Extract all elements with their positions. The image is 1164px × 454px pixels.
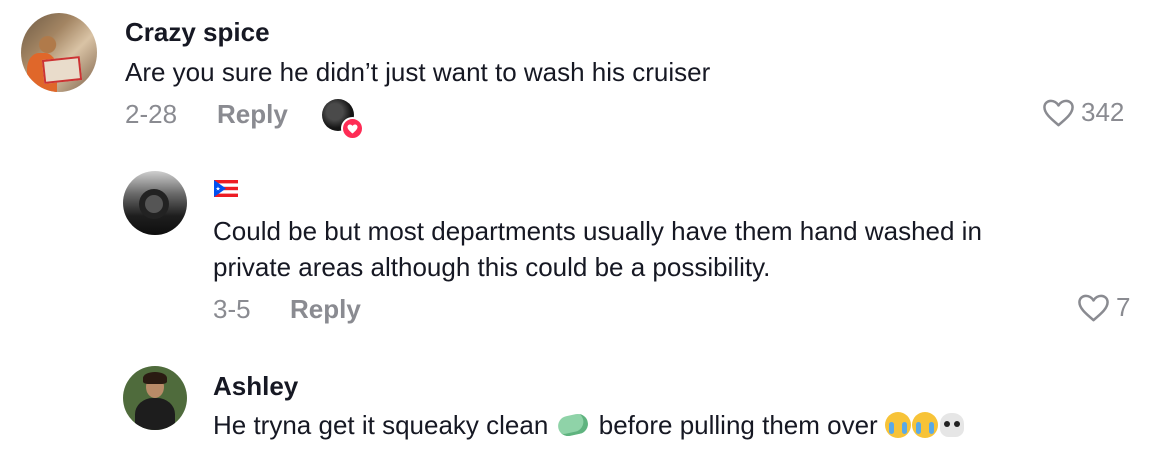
comment-date: 3-5 <box>213 294 251 324</box>
avatar-sign <box>41 56 83 84</box>
comment-text: He tryna get it squeaky clean before pul… <box>213 407 964 444</box>
heart-outline-icon[interactable] <box>1077 293 1110 323</box>
avatar-ashley[interactable] <box>123 366 187 430</box>
skull-emoji-icon <box>939 413 964 438</box>
comment-username[interactable]: Ashley <box>213 371 298 402</box>
avatar-hair <box>143 372 167 384</box>
comment-text: Are you sure he didn’t just want to wash… <box>125 57 711 87</box>
like-button[interactable]: 7 <box>1077 292 1130 323</box>
comment-username[interactable]: Crazy spice <box>125 17 270 48</box>
comment-date: 2-28 <box>125 99 178 129</box>
creator-liked-heart-icon <box>341 117 364 140</box>
comment-text-line-2: private areas although this could be a p… <box>213 252 771 282</box>
avatar-body <box>135 398 175 430</box>
comment-text-line-1: Could be but most departments usually ha… <box>213 216 982 246</box>
avatar-tire <box>139 189 169 219</box>
puerto-rico-flag-icon <box>214 180 238 197</box>
like-count: 342 <box>1081 97 1125 127</box>
avatar-crazy-spice[interactable] <box>21 13 97 92</box>
reply-button[interactable]: Reply <box>217 99 288 130</box>
like-button[interactable]: 342 <box>1042 97 1124 128</box>
like-count: 7 <box>1116 292 1131 322</box>
avatar-reply-user[interactable] <box>123 171 187 235</box>
reply-button[interactable]: Reply <box>290 294 361 325</box>
loudly-crying-face-emoji-icon <box>884 412 911 439</box>
loudly-crying-face-emoji-icon <box>911 412 938 439</box>
heart-outline-icon[interactable] <box>1042 98 1075 128</box>
soap-emoji-icon <box>555 412 590 439</box>
comment-text-part-2: before pulling them over <box>598 410 878 440</box>
comment-text-part-1: He tryna get it squeaky clean <box>213 410 549 440</box>
